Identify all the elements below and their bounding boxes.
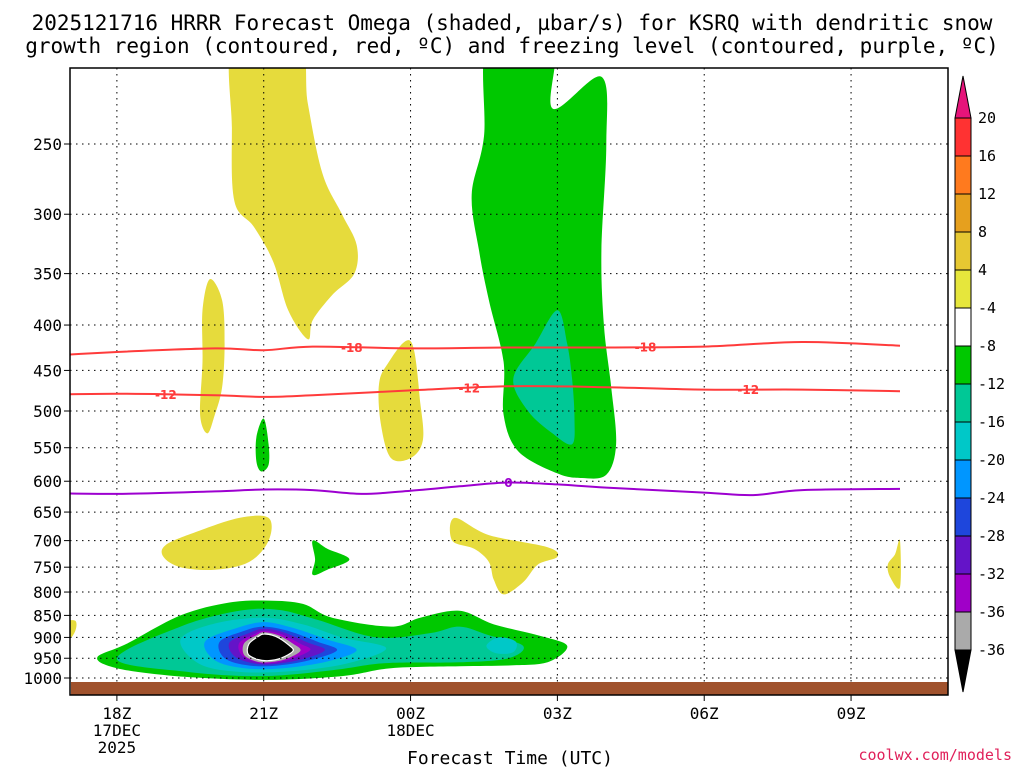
colorbar-label-13: -36 [978,603,1005,621]
y-tick-label-400: 400 [33,316,62,335]
omega-time-height-chart: 2025121716 HRRR Forecast Omega (shaded, … [23,11,1012,768]
y-tick-label-850: 850 [33,606,62,625]
omega-shaded-regions [70,68,901,680]
colorbar-segment-1 [954,155,972,195]
x-tick-label-09Z: 09Z [837,704,866,723]
contour-label-dgz-12-1: -12 [458,381,480,395]
y-tick-label-950: 950 [33,649,62,668]
omega-region-green-small [255,418,270,472]
colorbar-label-5: -4 [978,299,996,317]
chart-title-line1: 2025121716 HRRR Forecast Omega (shaded, … [32,11,993,35]
colorbar-segment-4 [954,269,972,309]
contour-label-freezing-0-0: 0 [504,476,512,490]
omega-region-yellow-d [161,515,272,570]
y-tick-label-700: 700 [33,532,62,551]
omega-region-yellow-c [378,340,424,462]
y-tick-label-250: 250 [33,135,62,154]
contour-label-dgz-18-1: -18 [635,341,657,355]
colorbar-label-2: 12 [978,185,996,203]
colorbar-segment-2 [954,193,972,233]
omega-region-upper-yellow-a [228,68,358,340]
colorbar-segment-13 [954,611,972,651]
colorbar-label-11: -28 [978,527,1005,545]
x-axis-label: Forecast Time (UTC) [407,748,613,768]
colorbar-label-10: -24 [978,489,1005,507]
colorbar-label-7: -12 [978,375,1005,393]
colorbar-segment-7 [954,383,972,423]
colorbar-bottom-arrow [954,649,972,693]
y-tick-label-650: 650 [33,503,62,522]
colorbar-label-4: 4 [978,261,987,279]
chart-title-line2: growth region (contoured, red, ºC) and f… [25,34,999,58]
credit-text: coolwx.com/models [858,746,1012,764]
x-tick-label-03Z: 03Z [543,704,572,723]
colorbar-label-0: 20 [978,109,996,127]
y-tick-label-1000: 1000 [23,669,62,688]
contour-label-dgz-18-0: -18 [341,341,363,355]
y-tick-label-550: 550 [33,439,62,458]
contour-line-freezing-0 [70,481,901,497]
y-tick-label-600: 600 [33,472,62,491]
omega-region-yellow-e [449,517,559,595]
colorbar-segment-9 [954,459,972,499]
contour-label-dgz-12-0: -12 [155,388,177,402]
y-tick-label-350: 350 [33,265,62,284]
omega-region-yellow-edge [887,539,901,589]
y-tick-label-450: 450 [33,361,62,380]
colorbar-segment-3 [954,231,972,271]
y-tick-label-500: 500 [33,402,62,421]
colorbar-segment-11 [954,535,972,575]
colorbar-label-3: 8 [978,223,987,241]
x-tick-label-21Z: 21Z [249,704,278,723]
colorbar: 20 16 12 8 4 -4 -8 -12 -16 -20 -24 -28 -32 -36 -36 [954,75,1005,693]
colorbar-top-arrow [954,75,972,119]
omega-region-yellow-b [199,278,225,434]
temperature-contours [70,340,901,497]
x-tick-date-00Z: 18DEC [386,721,434,740]
colorbar-segment-10 [954,497,972,537]
colorbar-segment-6 [954,345,972,385]
colorbar-segment-12 [954,573,972,613]
contour-labels: -18 -18 -12 -12 -12 0 [155,341,759,490]
omega-region-green-tri [312,540,350,576]
colorbar-segment-0 [954,117,972,157]
y-tick-label-750: 750 [33,558,62,577]
colorbar-label-9: -20 [978,451,1005,469]
y-tick-label-300: 300 [33,205,62,224]
colorbar-label-12: -32 [978,565,1005,583]
ground-strip [71,682,948,695]
colorbar-label-1: 16 [978,147,996,165]
x-tick-year-18Z: 2025 [98,738,137,757]
colorbar-label-8: -16 [978,413,1005,431]
y-axis-ticks: 250 300 350 400 450 500 550 600 650 700 750 800 850 9… [23,135,70,688]
colorbar-segment-5 [954,307,972,347]
colorbar-segment-8 [954,421,972,461]
contour-line-dgz-18 [70,340,901,356]
y-tick-label-900: 900 [33,628,62,647]
y-tick-label-800: 800 [33,583,62,602]
contour-label-dgz-12-2: -12 [737,383,759,397]
x-tick-label-06Z: 06Z [690,704,719,723]
colorbar-label-6: -8 [978,337,996,355]
colorbar-label-bottom: -36 [978,641,1005,659]
